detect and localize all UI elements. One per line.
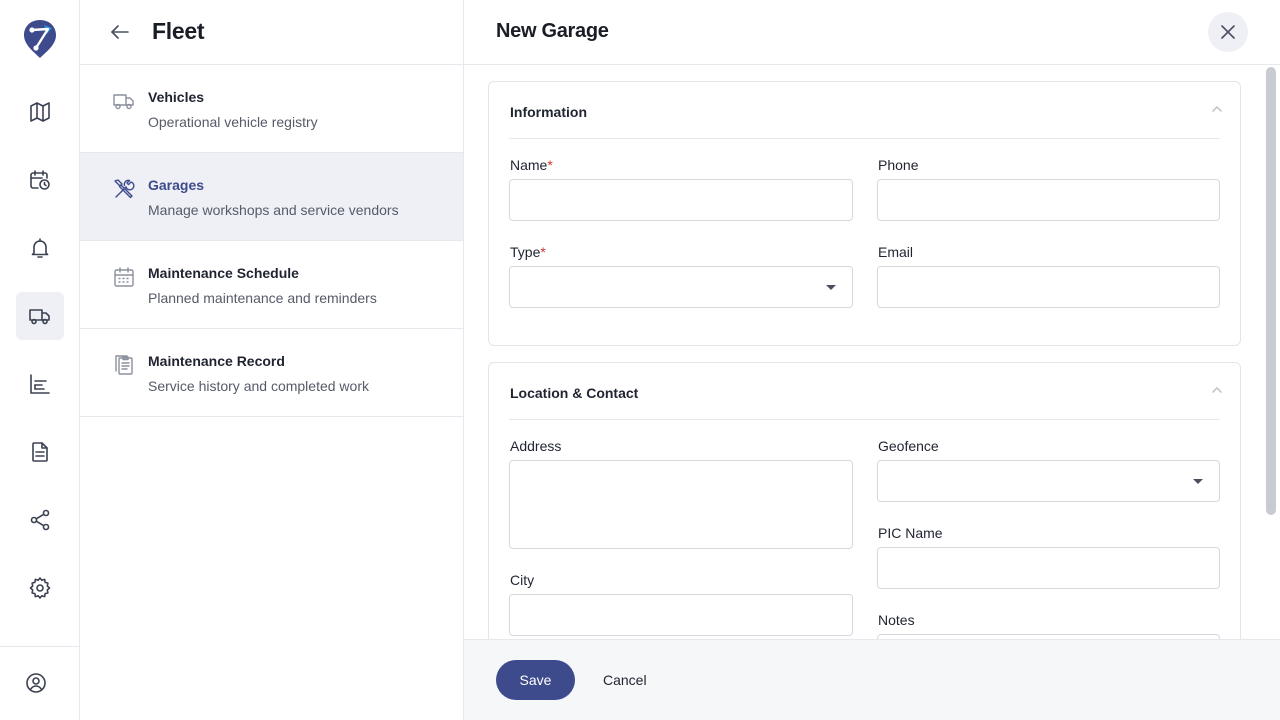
type-select[interactable] [509, 266, 853, 308]
truck-outline-icon [112, 89, 136, 113]
user-circle-icon [26, 673, 46, 693]
menu-item-title: Garages [148, 177, 205, 193]
scrollbar-thumb[interactable] [1266, 67, 1276, 515]
map-icon [30, 102, 50, 122]
caret-down-icon [826, 285, 836, 290]
rail-divider [0, 646, 80, 647]
menu-item-title: Maintenance Record [148, 353, 285, 369]
calendar-icon [112, 265, 136, 289]
form-header: New Garage [464, 0, 1280, 65]
new-garage-form: New Garage Information Name* Phone Type*… [464, 0, 1280, 720]
panel-title: Fleet [152, 18, 205, 44]
menu-item-title: Maintenance Schedule [148, 265, 299, 281]
back-button[interactable] [106, 18, 134, 46]
name-input[interactable] [509, 179, 853, 221]
caret-down-icon [1193, 479, 1203, 484]
phone-label: Phone [878, 157, 919, 173]
fleet-menu-panel: Fleet Vehicles Operational vehicle regis… [80, 0, 464, 720]
required-asterisk: * [540, 244, 546, 260]
clipboard-copy-icon [112, 353, 136, 377]
city-label: City [510, 572, 535, 588]
close-icon [1221, 25, 1235, 39]
address-label: Address [510, 438, 562, 454]
form-footer: Save Cancel [464, 639, 1280, 720]
email-input[interactable] [877, 266, 1220, 308]
menu-item-vehicles[interactable]: Vehicles Operational vehicle registry [80, 65, 463, 153]
arrow-left-icon [111, 25, 129, 39]
rail-reports-button[interactable] [16, 360, 64, 408]
cancel-button[interactable]: Cancel [590, 660, 660, 700]
section-divider [509, 419, 1220, 420]
close-button[interactable] [1208, 12, 1248, 52]
document-icon [32, 442, 48, 462]
rail-share-button[interactable] [16, 496, 64, 544]
section-title: Information [510, 104, 587, 120]
rail-documents-button[interactable] [16, 428, 64, 476]
information-section: Information Name* Phone Type* Email [488, 81, 1241, 346]
calendar-clock-icon [30, 170, 50, 190]
rail-schedule-button[interactable] [16, 156, 64, 204]
menu-item-garages[interactable]: Garages Manage workshops and service ven… [80, 153, 463, 241]
menu-item-subtitle: Service history and completed work [148, 378, 369, 394]
rail-notifications-button[interactable] [16, 224, 64, 272]
save-button[interactable]: Save [496, 660, 575, 700]
menu-item-maintenance-schedule[interactable]: Maintenance Schedule Planned maintenance… [80, 241, 463, 329]
chevron-up-icon[interactable] [1210, 383, 1224, 397]
menu-item-title: Vehicles [148, 89, 205, 105]
pic-name-input[interactable] [877, 547, 1220, 589]
type-label: Type* [510, 244, 546, 260]
phone-input[interactable] [877, 179, 1220, 221]
name-label: Name* [510, 157, 553, 173]
menu-item-subtitle: Operational vehicle registry [148, 114, 318, 130]
city-input[interactable] [509, 594, 853, 636]
pic-name-label: PIC Name [878, 525, 943, 541]
share-icon [30, 509, 50, 531]
address-textarea[interactable] [509, 460, 853, 549]
notes-label: Notes [878, 612, 915, 628]
form-scroll-area[interactable]: Information Name* Phone Type* Email Loca… [464, 65, 1280, 639]
menu-item-maintenance-record[interactable]: Maintenance Record Service history and c… [80, 329, 463, 417]
geofence-label: Geofence [878, 438, 939, 454]
rail-settings-button[interactable] [16, 564, 64, 612]
menu-item-subtitle: Planned maintenance and reminders [148, 290, 377, 306]
menu-item-subtitle: Manage workshops and service vendors [148, 202, 399, 218]
panel-header: Fleet [80, 0, 463, 65]
rail-map-button[interactable] [16, 88, 64, 136]
email-label: Email [878, 244, 914, 260]
truck-icon [29, 309, 50, 325]
icon-rail [0, 0, 80, 720]
form-title: New Garage [496, 20, 609, 42]
bar-chart-icon [30, 374, 50, 394]
chevron-up-icon[interactable] [1210, 102, 1224, 116]
wrench-screwdriver-icon [112, 177, 136, 201]
section-title: Location & Contact [510, 385, 639, 401]
section-divider [509, 138, 1220, 139]
rail-fleet-button[interactable] [16, 292, 64, 340]
bell-icon [31, 238, 49, 258]
gear-icon [29, 577, 51, 599]
location-contact-section: Location & Contact Address Geofence PIC … [488, 362, 1241, 639]
app-logo-icon[interactable] [22, 18, 58, 60]
required-asterisk: * [547, 157, 553, 173]
rail-profile-button[interactable] [12, 659, 60, 707]
geofence-select[interactable] [877, 460, 1220, 502]
